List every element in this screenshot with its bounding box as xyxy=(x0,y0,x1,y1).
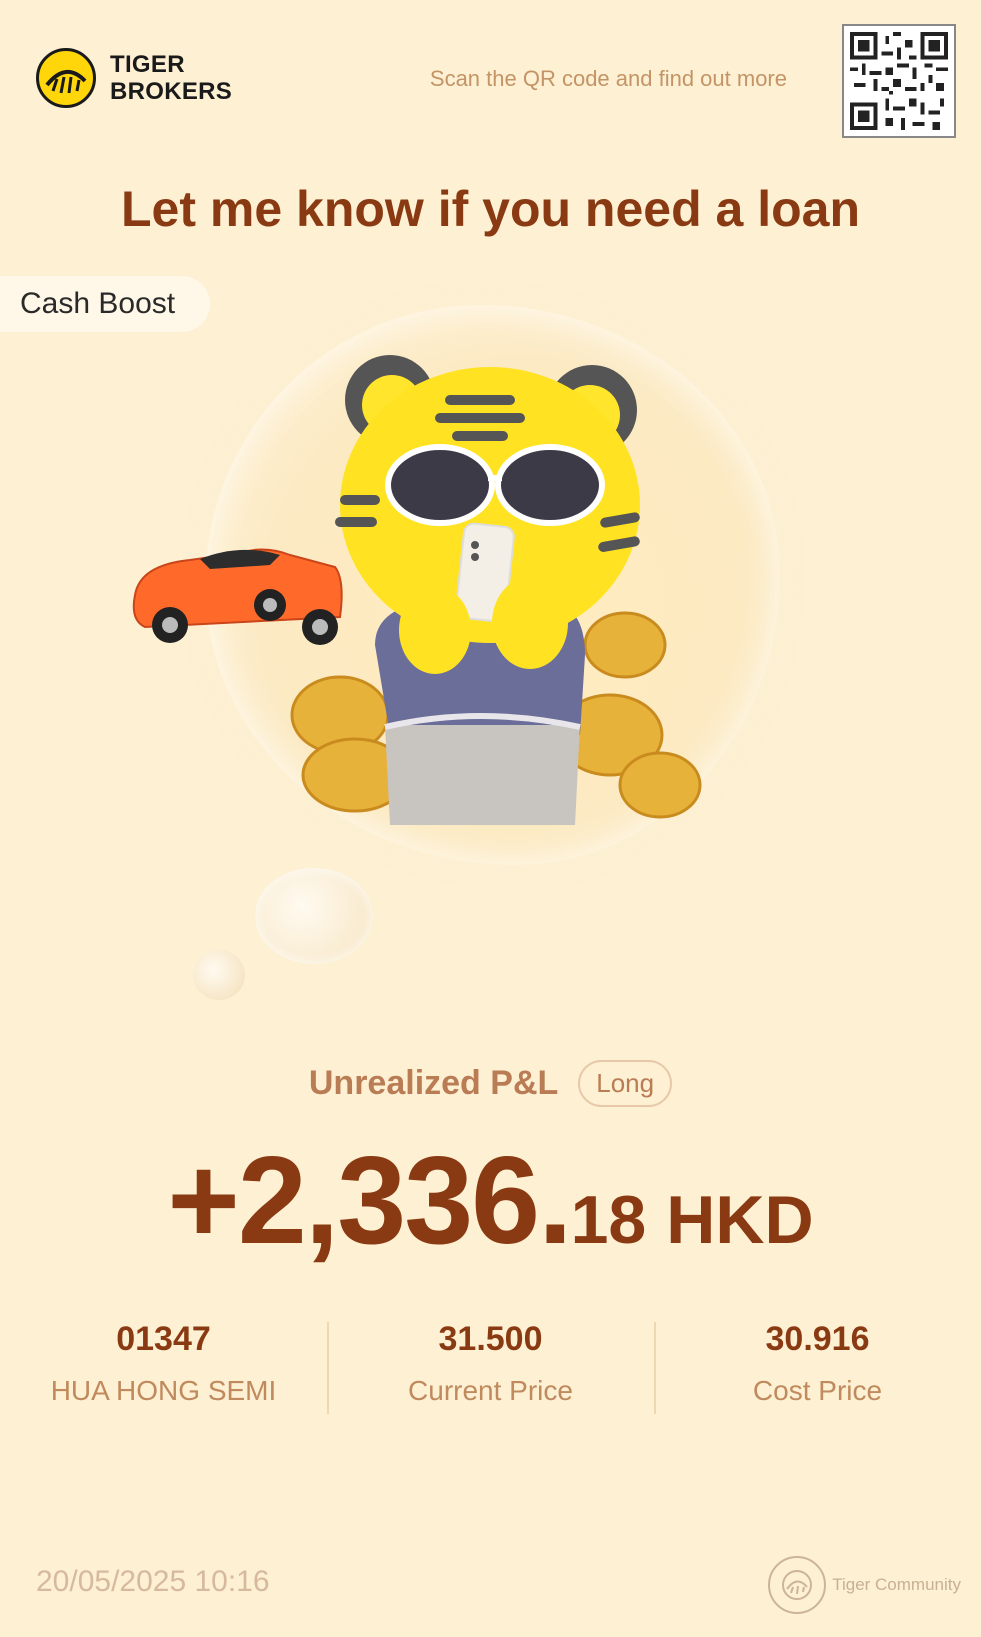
timestamp: 20/05/2025 10:16 xyxy=(36,1565,270,1598)
pnl-label: Unrealized P&L xyxy=(308,1064,559,1102)
stat-current-price: 31.500 Current Price xyxy=(327,1320,654,1414)
stat-current-price-value: 31.500 xyxy=(438,1320,543,1358)
tiger-logo-icon xyxy=(36,48,96,108)
tiger-community-label: Tiger Community xyxy=(832,1575,961,1594)
pnl-value-decimal: 18 xyxy=(570,1182,647,1258)
tiger-community-icon xyxy=(768,1556,827,1614)
tiger-community-badge[interactable]: Tiger Community xyxy=(768,1556,961,1614)
tiger-mascot-illustration xyxy=(132,355,702,825)
stat-cost-price-label: Cost Price xyxy=(752,1375,883,1406)
stat-cost-price: 30.916 Cost Price xyxy=(654,1320,981,1414)
qr-code[interactable] xyxy=(842,24,956,138)
stat-cost-price-value: 30.916 xyxy=(765,1320,870,1358)
sports-car xyxy=(132,548,343,645)
stat-ticker: 01347 HUA HONG SEMI xyxy=(0,1320,327,1407)
pnl-currency: HKD xyxy=(666,1182,814,1258)
brand-logo: TIGER BROKERS xyxy=(36,48,232,108)
pnl-value: +2,336. 18 HKD xyxy=(0,1130,981,1272)
brand-name-line1: TIGER xyxy=(110,51,185,78)
stat-current-price-label: Current Price xyxy=(408,1375,573,1406)
stat-ticker-value: 01347 xyxy=(116,1320,211,1358)
position-type-badge: Long xyxy=(578,1060,673,1107)
thought-bubble-large xyxy=(255,868,373,964)
stat-ticker-label: HUA HONG SEMI xyxy=(50,1375,277,1406)
cash-boost-tag[interactable]: Cash Boost xyxy=(0,276,210,332)
brand-name-line2: BROKERS xyxy=(110,78,233,105)
brand-name: TIGER BROKERS xyxy=(110,51,232,105)
headline: Let me know if you need a loan xyxy=(120,181,860,237)
qr-hint: Scan the QR code and find out more xyxy=(429,66,787,91)
pnl-value-integer: +2,336. xyxy=(167,1132,572,1270)
thought-bubble-small xyxy=(193,950,245,1000)
pnl-label-row: Unrealized P&L Long xyxy=(0,1060,981,1107)
position-stats: 01347 HUA HONG SEMI 31.500 Current Price… xyxy=(0,1320,981,1414)
